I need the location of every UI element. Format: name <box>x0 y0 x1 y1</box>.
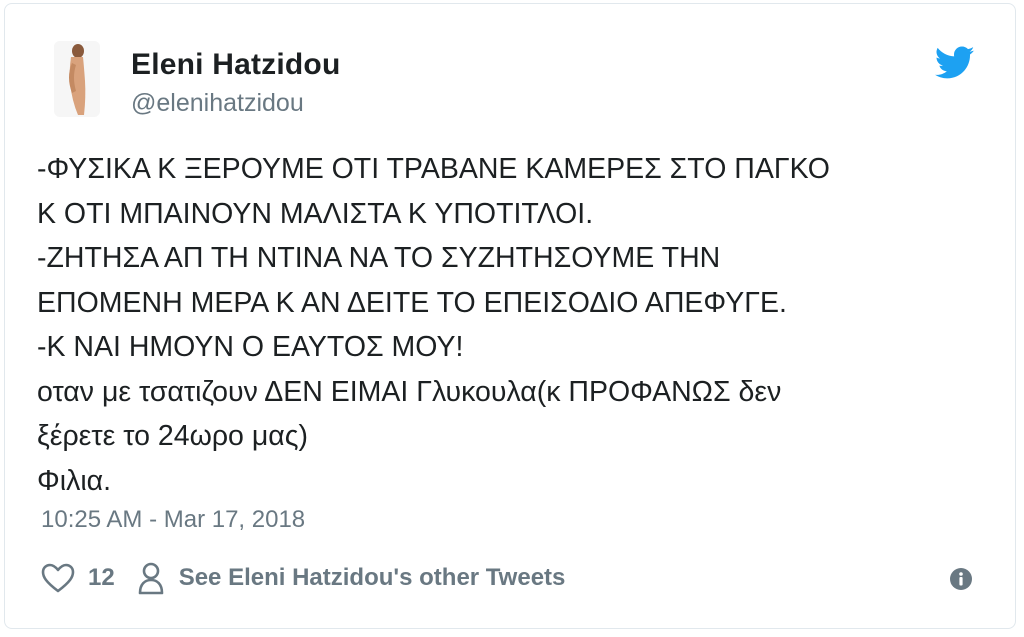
tweet-line: Φιλια. <box>37 464 112 497</box>
author-handle[interactable]: @elenihatzidou <box>131 89 304 118</box>
heart-icon[interactable] <box>40 562 76 594</box>
person-icon[interactable] <box>115 561 165 595</box>
like-count[interactable]: 12 <box>88 564 115 592</box>
twitter-bird-icon[interactable] <box>934 46 975 80</box>
info-icon[interactable] <box>949 567 973 591</box>
tweet-line: ξέρετε το 24ωρο μας) <box>37 420 308 452</box>
tweet-line: ΕΠΟΜΕΝΗ ΜΕΡΑ Κ ΑΝ ΔΕΙΤΕ ΤΟ ΕΠΕΙΣΟΔΙΟ ΑΠΕ… <box>37 286 787 319</box>
tweet-line: -ΖΗΤΗΣΑ ΑΠ ΤΗ ΝΤΙΝΑ ΝΑ ΤΟ ΣΥΖΗΤΗΣΟΥΜΕ ΤΗ… <box>37 242 721 274</box>
tweet-line: -Κ ΝΑΙ ΗΜΟΥΝ Ο ΕΑΥΤΟΣ ΜΟΥ! <box>37 331 464 363</box>
tweet-timestamp[interactable]: 10:25 AM - Mar 17, 2018 <box>41 506 305 534</box>
tweet-line: Κ ΟΤΙ ΜΠΑΙΝΟΥΝ ΜΑΛΙΣΤΑ Κ ΥΠΟΤΙΤΛΟΙ. <box>37 197 594 230</box>
tweet-actions: 12 See Eleni Hatzidou's other Tweets <box>40 560 565 596</box>
see-other-tweets-link[interactable]: See Eleni Hatzidou's other Tweets <box>179 564 566 592</box>
tweet-line: οταν με τσατιζουν ΔΕΝ ΕΙΜΑΙ Γλυκουλα(κ Π… <box>37 375 782 408</box>
avatar[interactable] <box>54 41 100 117</box>
tweet-text: -ΦΥΣΙΚΑ Κ ΞΕΡΟΥΜΕ ΟΤΙ ΤΡΑΒΑΝΕ ΚΑΜΕΡΕΣ ΣΤ… <box>37 147 997 503</box>
author-name[interactable]: Eleni Hatzidou <box>131 48 340 82</box>
tweet-line: -ΦΥΣΙΚΑ Κ ΞΕΡΟΥΜΕ ΟΤΙ ΤΡΑΒΑΝΕ ΚΑΜΕΡΕΣ ΣΤ… <box>37 153 830 185</box>
